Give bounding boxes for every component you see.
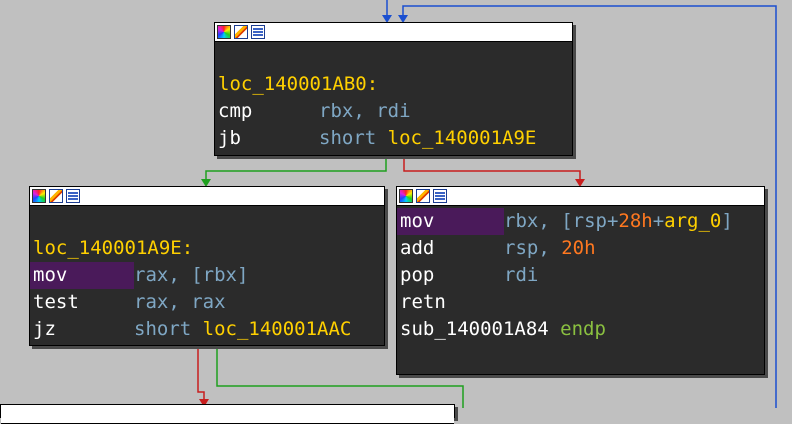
instruction-line[interactable]: add rsp, 20h: [397, 235, 764, 262]
operand-prefix: short: [134, 318, 192, 340]
instruction-line[interactable]: jz short loc_140001AAC: [30, 316, 384, 343]
graph-node-epilogue[interactable]: mov rbx, [rsp+ 28h + arg_0] add rsp, 20h pop r…: [396, 186, 765, 375]
proc-end-line[interactable]: sub_140001A84 endp: [397, 316, 764, 343]
operand-part: ]: [721, 210, 733, 232]
graph-node-loc-140001a9e[interactable]: loc_140001A9E: mov rax, [rbx] test rax, ra…: [29, 186, 385, 346]
color-palette-icon[interactable]: [399, 189, 413, 203]
operand-part: rsp,: [504, 237, 562, 259]
edge-jz-fallthrough: [197, 345, 205, 400]
operand-number: 20h: [561, 237, 596, 259]
jump-target-label[interactable]: loc_140001A9E: [388, 125, 537, 152]
mnemonic: pop: [400, 264, 435, 286]
location-label[interactable]: loc_140001A9E:: [30, 235, 384, 262]
edge-jb-fallthrough: [403, 155, 581, 180]
color-palette-icon[interactable]: [32, 189, 46, 203]
node-header: [215, 23, 572, 42]
instruction-line[interactable]: mov rax, [rbx]: [30, 262, 384, 289]
endp-directive: endp: [560, 318, 606, 340]
operand-part: rbx, [rsp+: [504, 210, 619, 232]
instruction-line[interactable]: test rax, rax: [30, 289, 384, 316]
mnemonic: test: [33, 291, 79, 313]
mnemonic: mov: [397, 208, 504, 235]
operand-part: +: [652, 210, 665, 232]
graph-overview-icon[interactable]: [433, 189, 447, 203]
operands: rbx, rdi: [319, 100, 411, 122]
operand-prefix: short: [319, 127, 377, 149]
instruction-line[interactable]: mov rbx, [rsp+ 28h + arg_0]: [397, 208, 764, 235]
jump-target-label[interactable]: loc_140001AAC: [203, 316, 352, 343]
instruction-line[interactable]: retn: [397, 289, 764, 316]
edge-jb-taken: [205, 155, 387, 180]
location-label[interactable]: loc_140001AB0:: [215, 71, 572, 98]
node-header: [30, 187, 384, 206]
graph-node-partial[interactable]: [0, 404, 455, 424]
instruction-line[interactable]: jb short loc_140001A9E: [215, 125, 572, 152]
instruction-line[interactable]: pop rdi: [397, 262, 764, 289]
mnemonic: retn: [400, 291, 446, 313]
graph-overview-icon[interactable]: [251, 25, 265, 39]
mnemonic: jz: [33, 318, 56, 340]
proc-name: sub_140001A84: [400, 318, 549, 340]
operands: rax, [rbx]: [134, 264, 249, 286]
color-palette-icon[interactable]: [217, 25, 231, 39]
mnemonic: mov: [30, 262, 134, 289]
operands: rax, rax: [134, 291, 226, 313]
mnemonic: jb: [218, 127, 241, 149]
operand-arg-label[interactable]: arg_0: [664, 208, 721, 235]
mnemonic: cmp: [218, 100, 253, 122]
operands: rdi: [504, 264, 539, 286]
mnemonic: add: [400, 237, 435, 259]
ida-graph-view[interactable]: { "graph": { "nodes": [ { "id": "loc_140…: [0, 0, 792, 424]
edit-node-icon[interactable]: [49, 189, 63, 203]
instruction-line[interactable]: cmp rbx, rdi: [215, 98, 572, 125]
graph-node-loc-140001ab0[interactable]: loc_140001AB0: cmp rbx, rdi jb short loc_1…: [214, 22, 573, 156]
node-header: [397, 187, 764, 206]
edit-node-icon[interactable]: [234, 25, 248, 39]
graph-overview-icon[interactable]: [66, 189, 80, 203]
operand-number: 28h: [618, 210, 653, 232]
edit-node-icon[interactable]: [416, 189, 430, 203]
